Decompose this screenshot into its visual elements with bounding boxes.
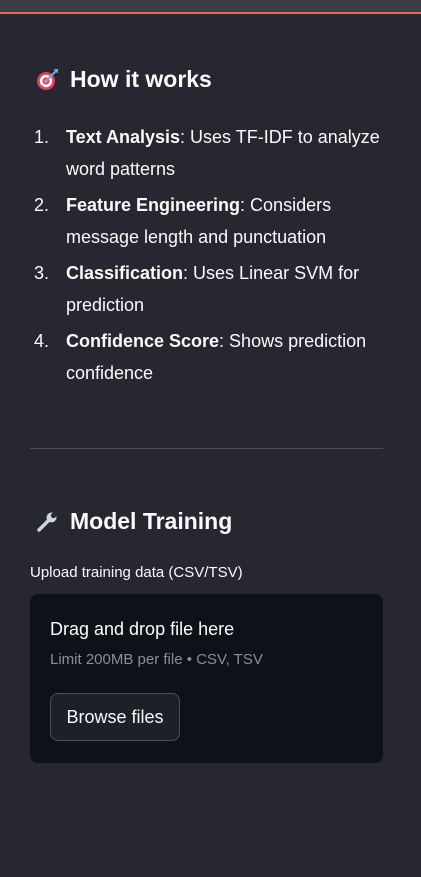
top-accent-line xyxy=(0,12,421,14)
dropzone-limit-text: Limit 200MB per file • CSV, TSV xyxy=(50,651,263,668)
step-number: 4. xyxy=(34,331,50,351)
model-training-heading: Model Training xyxy=(34,508,232,535)
list-item: 1. Text Analysis: Uses TF-IDF to analyze… xyxy=(34,121,384,185)
upload-label: Upload training data (CSV/TSV) xyxy=(30,564,243,581)
how-it-works-heading: How it works xyxy=(34,66,212,93)
step-label: Confidence Score xyxy=(66,331,220,351)
step-label: Feature Engineering xyxy=(66,195,241,215)
step-label: Classification xyxy=(66,263,184,283)
step-number: 1. xyxy=(34,127,50,147)
wrench-icon xyxy=(34,509,60,535)
model-training-title: Model Training xyxy=(70,508,233,534)
step-number: 2. xyxy=(34,195,50,215)
step-text: Feature Engineering: Considers message l… xyxy=(66,189,384,253)
dart-target-icon xyxy=(34,67,60,93)
how-it-works-list: 1. Text Analysis: Uses TF-IDF to analyze… xyxy=(34,121,384,393)
top-bar xyxy=(0,0,421,12)
step-label: Text Analysis xyxy=(66,127,181,147)
list-item: 2. Feature Engineering: Considers messag… xyxy=(34,189,384,253)
browse-files-button[interactable]: Browse files xyxy=(50,693,180,741)
step-text: Classification: Uses Linear SVM for pred… xyxy=(66,257,384,321)
step-text: Text Analysis: Uses TF-IDF to analyze wo… xyxy=(66,121,384,185)
dropzone-title: Drag and drop file here xyxy=(50,619,235,639)
file-dropzone[interactable]: Drag and drop file here Limit 200MB per … xyxy=(30,594,383,763)
how-it-works-title: How it works xyxy=(70,66,212,92)
list-item: 3. Classification: Uses Linear SVM for p… xyxy=(34,257,384,321)
list-item: 4. Confidence Score: Shows prediction co… xyxy=(34,325,384,389)
step-number: 3. xyxy=(34,263,50,283)
step-text: Confidence Score: Shows prediction confi… xyxy=(66,325,384,389)
section-divider xyxy=(30,448,383,449)
